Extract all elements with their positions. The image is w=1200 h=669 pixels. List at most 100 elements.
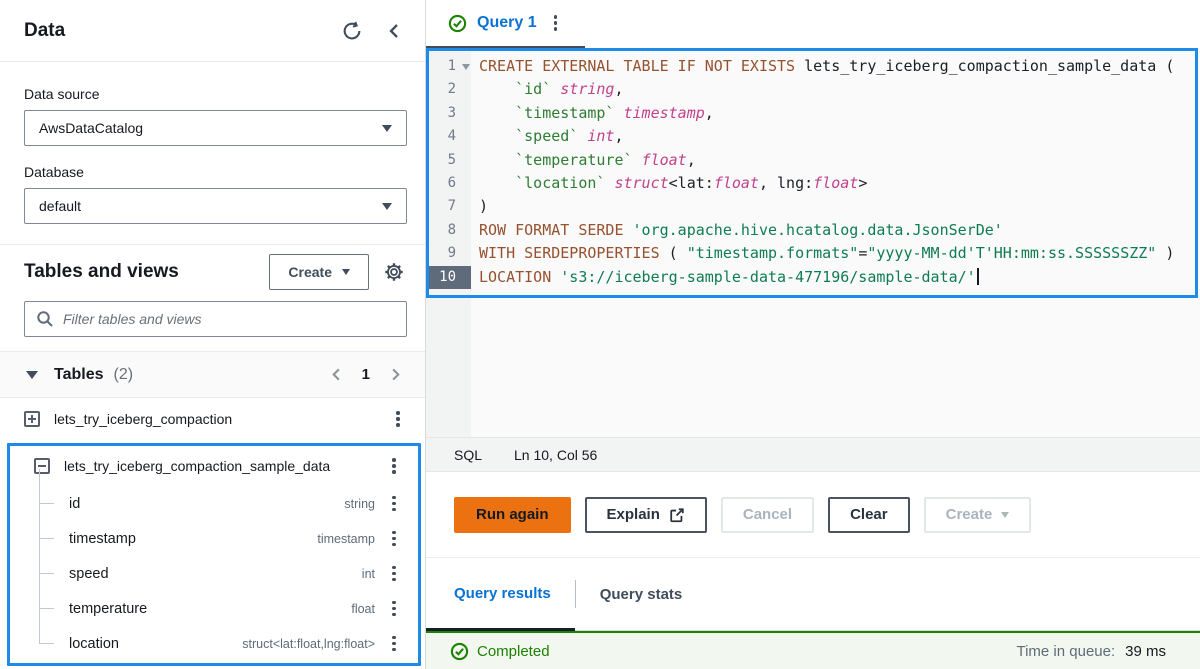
tab-query-results[interactable]: Query results <box>426 558 575 631</box>
triangle-down-icon[interactable] <box>26 371 38 379</box>
collapse-panel-icon[interactable] <box>385 22 403 40</box>
source-database-section: Data source AwsDataCatalog Database defa… <box>0 62 425 245</box>
page-number: 1 <box>362 366 370 383</box>
chevron-down-icon <box>342 269 350 275</box>
line-number: 5 <box>426 149 471 172</box>
column-actions-kebab-icon[interactable] <box>385 633 403 655</box>
code-lines: 1CREATE EXTERNAL TABLE IF NOT EXISTS let… <box>426 48 1200 289</box>
create-button[interactable]: Create <box>269 254 369 290</box>
tables-views-title: Tables and views <box>24 261 255 283</box>
table-actions-kebab-icon[interactable] <box>389 408 407 430</box>
column-row: speed int <box>10 556 418 591</box>
data-source-select[interactable]: AwsDataCatalog <box>24 110 407 146</box>
query-status-bar: Completed Time in queue: 39 ms <box>426 631 1200 669</box>
editor-language: SQL <box>454 447 482 463</box>
tables-views-header: Tables and views Create <box>0 245 425 299</box>
tables-count: (2) <box>114 366 134 384</box>
check-circle-icon <box>448 14 467 33</box>
page-next-icon[interactable] <box>388 367 403 382</box>
code-line[interactable]: 4 `speed` int, <box>426 125 1200 148</box>
chevron-down-icon <box>382 203 392 210</box>
fold-icon[interactable] <box>462 64 470 70</box>
expanded-table-highlight-box: lets_try_iceberg_compaction_sample_data … <box>7 443 421 666</box>
panel-title: Data <box>24 20 65 42</box>
column-actions-kebab-icon[interactable] <box>385 493 403 515</box>
code-line[interactable]: 8ROW FORMAT SERDE 'org.apache.hive.hcata… <box>426 219 1200 242</box>
database-value: default <box>39 198 81 214</box>
data-source-value: AwsDataCatalog <box>39 120 143 136</box>
data-panel-header: Data <box>0 0 425 62</box>
external-link-icon <box>669 507 685 523</box>
filter-section <box>0 299 425 351</box>
refresh-icon[interactable] <box>341 20 363 42</box>
table-row-expanded[interactable]: lets_try_iceberg_compaction_sample_data <box>10 446 418 486</box>
explain-button[interactable]: Explain <box>585 497 707 533</box>
gear-icon[interactable] <box>383 261 405 283</box>
line-number: 6 <box>426 172 471 195</box>
line-number: 10 <box>426 266 471 289</box>
tab-query-stats[interactable]: Query stats <box>576 558 707 630</box>
query-editor-panel: Query 1 1CREATE EXTERNAL TABLE IF NOT EX… <box>426 0 1200 669</box>
column-actions-kebab-icon[interactable] <box>385 528 403 550</box>
clear-button[interactable]: Clear <box>828 497 910 533</box>
column-actions-kebab-icon[interactable] <box>385 563 403 585</box>
cancel-button[interactable]: Cancel <box>721 497 814 533</box>
column-type: timestamp <box>317 532 375 546</box>
column-name: speed <box>69 566 352 582</box>
column-row: id string <box>10 486 418 521</box>
column-name: location <box>69 636 232 652</box>
cursor-position: Ln 10, Col 56 <box>514 447 597 463</box>
column-name: id <box>69 496 334 512</box>
code-line[interactable]: 7) <box>426 195 1200 218</box>
column-row: timestamp timestamp <box>10 521 418 556</box>
query-tab-kebab-icon[interactable] <box>547 12 565 34</box>
line-number: 8 <box>426 219 471 242</box>
database-select[interactable]: default <box>24 188 407 224</box>
table-row[interactable]: lets_try_iceberg_compaction <box>0 398 425 440</box>
column-type: string <box>344 497 375 511</box>
code-line[interactable]: 2 `id` string, <box>426 78 1200 101</box>
results-tabbar: Query results Query stats <box>426 558 1200 631</box>
page-prev-icon[interactable] <box>329 367 344 382</box>
tables-label: Tables <box>54 366 104 384</box>
query-tab[interactable]: Query 1 <box>426 0 585 48</box>
sql-editor[interactable]: 1CREATE EXTERNAL TABLE IF NOT EXISTS let… <box>426 48 1200 437</box>
search-icon <box>36 310 54 328</box>
line-number: 2 <box>426 78 471 101</box>
check-circle-icon <box>450 642 469 661</box>
column-name: timestamp <box>69 531 307 547</box>
data-source-label: Data source <box>24 84 407 104</box>
expand-table-icon[interactable] <box>24 411 40 427</box>
column-actions-kebab-icon[interactable] <box>385 598 403 620</box>
line-number: 4 <box>426 125 471 148</box>
line-number: 7 <box>426 195 471 218</box>
line-number: 3 <box>426 102 471 125</box>
code-line[interactable]: 10LOCATION 's3://iceberg-sample-data-477… <box>426 266 1200 289</box>
code-line[interactable]: 6 `location` struct<lat:float, lng:float… <box>426 172 1200 195</box>
column-type: struct<lat:float,lng:float> <box>242 637 375 651</box>
athena-query-editor: Data Data source AwsDataCatalog Datab <box>0 0 1200 669</box>
query-tabbar: Query 1 <box>426 0 1200 48</box>
chevron-down-icon <box>1001 512 1009 518</box>
tables-group-row: Tables (2) 1 <box>0 351 425 398</box>
status-completed: Completed <box>477 643 550 660</box>
table-actions-kebab-icon[interactable] <box>385 455 403 477</box>
query-tab-label: Query 1 <box>477 14 537 32</box>
column-row: temperature float <box>10 591 418 626</box>
table-name: lets_try_iceberg_compaction_sample_data <box>64 458 371 474</box>
filter-tables-input[interactable] <box>24 301 407 337</box>
code-line[interactable]: 3 `timestamp` timestamp, <box>426 102 1200 125</box>
code-line[interactable]: 1CREATE EXTERNAL TABLE IF NOT EXISTS let… <box>426 55 1200 78</box>
create-dropdown-button[interactable]: Create <box>924 497 1032 533</box>
line-number: 9 <box>426 242 471 265</box>
data-panel: Data Data source AwsDataCatalog Datab <box>0 0 426 669</box>
column-name: temperature <box>69 601 341 617</box>
code-line[interactable]: 9WITH SERDEPROPERTIES ( "timestamp.forma… <box>426 242 1200 265</box>
run-again-button[interactable]: Run again <box>454 497 571 533</box>
column-type: int <box>362 567 375 581</box>
line-number: 1 <box>426 55 471 78</box>
column-row: location struct<lat:float,lng:float> <box>10 626 418 661</box>
code-line[interactable]: 5 `temperature` float, <box>426 149 1200 172</box>
text-cursor <box>977 268 979 285</box>
column-list: id string timestamp timestamp speed int … <box>10 486 418 661</box>
